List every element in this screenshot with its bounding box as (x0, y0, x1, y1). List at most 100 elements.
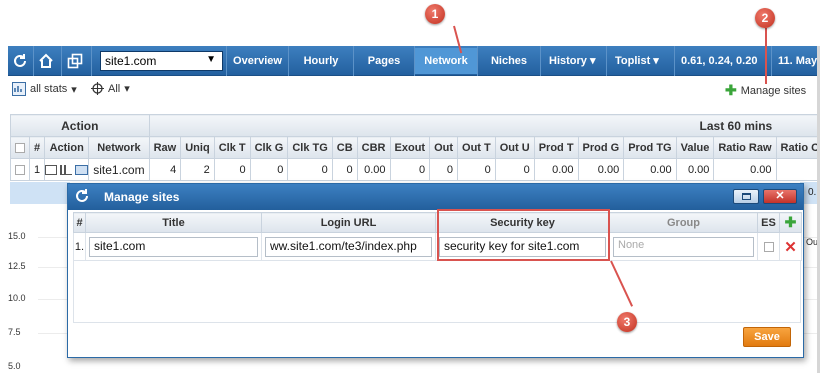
nav-pages[interactable]: Pages (354, 46, 414, 76)
col-value[interactable]: Value (675, 136, 715, 159)
save-button[interactable]: Save (743, 327, 791, 347)
col-cbr[interactable]: CBR (356, 136, 391, 159)
group-action-header: Action (10, 114, 150, 137)
col-ratio-clk[interactable]: Ratio Clk (775, 136, 820, 159)
cell-clk-t: 0 (213, 158, 251, 181)
network-stats-table: Action Last 60 mins # Action Network Raw… (10, 114, 820, 181)
row-network[interactable]: site1.com (88, 158, 150, 181)
col-prod-t[interactable]: Prod T (533, 136, 579, 159)
cell-out-t: 0 (457, 158, 496, 181)
cell-raw: 4 (148, 158, 182, 181)
windows-icon[interactable] (63, 50, 87, 72)
caret-down-icon: ▾ (124, 83, 130, 95)
cell-ratio-raw: 0.00 (713, 158, 777, 181)
top-nav-bar: site1.com ▼ Overview Hourly Pages Networ… (8, 46, 820, 76)
col-cb[interactable]: CB (331, 136, 358, 159)
nav-toplist[interactable]: Toplist ▾ (607, 46, 673, 76)
crosshair-icon (91, 82, 104, 95)
y-tick: 15.0 (8, 231, 26, 241)
group-last-60-header: Last 60 mins (148, 114, 820, 137)
refresh-icon[interactable] (74, 188, 90, 207)
nav-niches[interactable]: Niches (478, 46, 540, 76)
row-checkbox[interactable] (10, 158, 30, 181)
site-select[interactable]: site1.com ▼ (100, 51, 223, 71)
col-exout[interactable]: Exout (389, 136, 431, 159)
col-title: Title (85, 212, 262, 233)
cell-clk-tg: 0 (287, 158, 333, 181)
row-index: 1 (28, 158, 46, 181)
col-raw[interactable]: Raw (148, 136, 182, 159)
caret-down-icon: ▾ (653, 55, 659, 67)
col-out[interactable]: Out (429, 136, 459, 159)
col-action: Action (44, 136, 90, 159)
sub-toolbar: all stats ▾ All ▾ ✚ Manage sites (8, 77, 820, 101)
site-row-index: 1. (73, 232, 86, 261)
col-es: ES (757, 212, 780, 233)
cell-cbr: 0.00 (356, 158, 391, 181)
filter-dropdown[interactable]: All ▾ (91, 82, 130, 95)
nav-network[interactable]: Network (415, 48, 477, 74)
manage-sites-link[interactable]: ✚ Manage sites (725, 82, 806, 99)
close-icon: ✕ (775, 190, 785, 202)
delete-site-icon[interactable]: ✕ (779, 232, 802, 261)
plus-icon: ✚ (725, 82, 737, 98)
manage-sites-dialog: Manage sites ✕ # Title Login URL Securit… (67, 183, 804, 358)
summary-row-bg (10, 182, 70, 204)
login-url-input[interactable]: ww.site1.com/te3/index.php (265, 236, 432, 257)
col-prod-g[interactable]: Prod G (577, 136, 625, 159)
cell-value: 0.00 (675, 158, 715, 181)
windows-icon[interactable] (45, 164, 58, 175)
site-select-value: site1.com (105, 54, 157, 68)
col-network[interactable]: Network (88, 136, 150, 159)
annotation-badge-3: 3 (617, 312, 637, 332)
select-all-checkbox[interactable] (10, 136, 30, 159)
group-input[interactable]: None (613, 236, 754, 257)
cell-uniq: 2 (180, 158, 215, 181)
col-ratio-raw[interactable]: Ratio Raw (713, 136, 777, 159)
table-row: 1 site1.com 4 2 0 0 0 0 0.00 0 0 0 0 0.0… (10, 158, 820, 181)
refresh-icon[interactable] (8, 50, 32, 72)
filter-label: All (108, 82, 121, 95)
col-out-u[interactable]: Out U (494, 136, 535, 159)
security-key-highlight (437, 209, 610, 261)
home-icon[interactable] (34, 50, 58, 72)
current-date: 11. May, (778, 55, 820, 67)
dialog-title: Manage sites (104, 190, 180, 204)
cell-cb: 0 (331, 158, 358, 181)
y-tick: 10.0 (8, 293, 26, 303)
col-clk-g[interactable]: Clk G (249, 136, 289, 159)
nav-hourly[interactable]: Hourly (289, 46, 353, 76)
restore-icon (742, 193, 751, 200)
card-icon[interactable] (75, 164, 88, 175)
close-button[interactable]: ✕ (763, 189, 797, 204)
site-title-input[interactable]: site1.com (89, 236, 258, 257)
es-checkbox[interactable] (757, 232, 780, 261)
cell-ratio-clk: 0. (775, 158, 820, 181)
add-site-button[interactable]: ✚ (779, 212, 802, 233)
nav-history[interactable]: History ▾ (541, 46, 599, 76)
row-actions (44, 158, 90, 181)
col-clk-tg[interactable]: Clk TG (287, 136, 333, 159)
nav-overview[interactable]: Overview (227, 46, 288, 76)
col-out-t[interactable]: Out T (457, 136, 496, 159)
cell-out-u: 0 (494, 158, 535, 181)
dialog-titlebar[interactable]: Manage sites ✕ (68, 184, 803, 210)
all-stats-dropdown[interactable]: all stats ▾ (12, 82, 77, 96)
cell-prod-g: 0.00 (577, 158, 625, 181)
nav-toplist-label: Toplist (615, 55, 651, 67)
chevron-down-icon: ▼ (206, 54, 216, 65)
stats-icon (12, 82, 26, 96)
caret-down-icon: ▾ (71, 83, 77, 96)
cell-exout: 0 (389, 158, 431, 181)
restore-button[interactable] (733, 189, 759, 204)
col-index: # (28, 136, 46, 159)
cell-out: 0 (429, 158, 459, 181)
plus-icon: ✚ (784, 214, 797, 230)
col-uniq[interactable]: Uniq (180, 136, 215, 159)
col-clk-t[interactable]: Clk T (213, 136, 251, 159)
group-last-60-label: Last 60 mins (699, 118, 773, 133)
y-tick: 12.5 (8, 261, 26, 271)
bar-chart-icon[interactable] (60, 164, 73, 175)
col-prod-tg[interactable]: Prod TG (623, 136, 677, 159)
nav-history-label: History (549, 55, 587, 67)
